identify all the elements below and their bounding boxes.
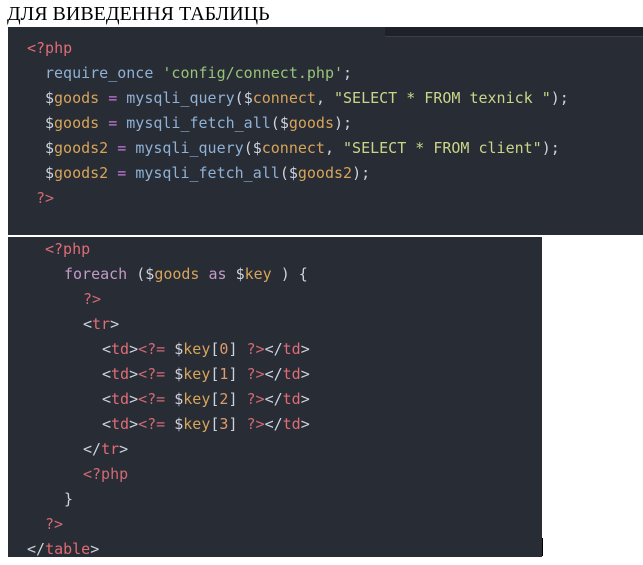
- code-line-foreach: foreach ($goods as $key ) {: [64, 265, 308, 283]
- html-tr-close: </tr>: [83, 440, 129, 458]
- html-td-row: <td><?= $key[0] ?></td>: [102, 340, 310, 358]
- text-cursor: [542, 538, 543, 556]
- php-close-tag-inner: ?>: [83, 290, 102, 308]
- html-td-row: <td><?= $key[3] ?></td>: [102, 415, 310, 433]
- php-open-tag-2: <?php: [45, 240, 91, 258]
- code-block-table-loop: <?php foreach ($goods as $key ) { ?> <tr…: [8, 237, 542, 558]
- code-line-query-goods: $goods = mysqli_query($connect, "SELECT …: [45, 89, 569, 107]
- html-td-row: <td><?= $key[2] ?></td>: [102, 390, 310, 408]
- code-line-fetch-goods: $goods = mysqli_fetch_all($goods);: [45, 114, 353, 132]
- code-line-require: require_once 'config/connect.php';: [45, 64, 353, 82]
- html-td-row: <td><?= $key[1] ?></td>: [102, 365, 310, 383]
- php-close-tag-2: ?>: [45, 515, 64, 533]
- page-heading: ДЛЯ ВИВЕДЕННЯ ТАБЛИЦЬ: [7, 3, 270, 25]
- code-line-fetch-goods2: $goods2 = mysqli_fetch_all($goods2);: [45, 164, 371, 182]
- closing-brace: }: [64, 490, 74, 508]
- php-open-tag: <?php: [27, 39, 73, 57]
- code-line-query-goods2: $goods2 = mysqli_query($connect, "SELECT…: [45, 139, 560, 157]
- code-block-1-lines: <?php require_once 'config/connect.php';…: [8, 27, 643, 235]
- html-table-close: </table>: [27, 540, 100, 558]
- php-reopen-tag: <?php: [83, 465, 129, 483]
- html-tr-open: <tr>: [83, 315, 120, 333]
- php-close-tag: ?>: [36, 189, 55, 207]
